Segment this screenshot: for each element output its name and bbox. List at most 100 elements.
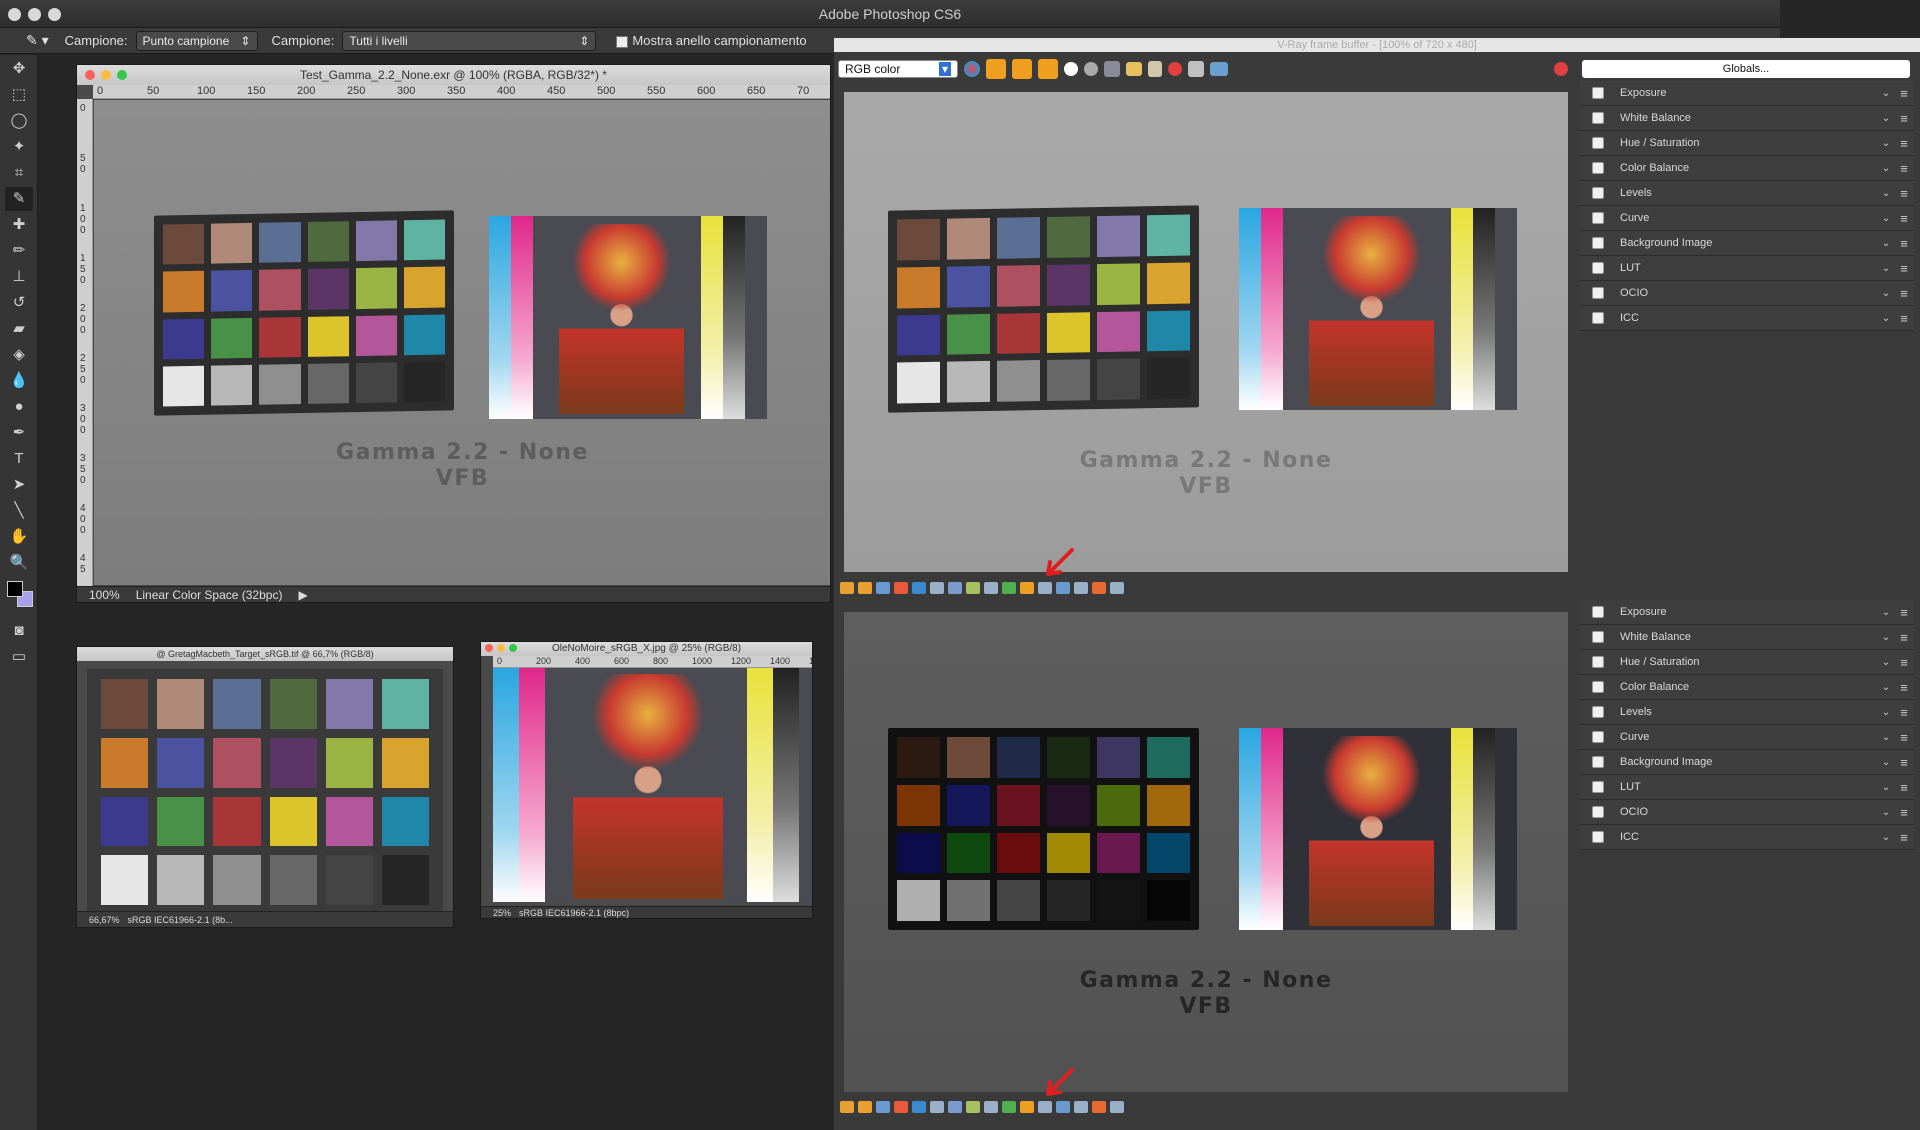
vfb-tool-icon[interactable] [858, 582, 872, 594]
layer-enable-checkbox[interactable] [1592, 287, 1604, 299]
vfb-tool-icon[interactable] [1110, 1101, 1124, 1113]
layer-row[interactable]: ICC ⌄ ≡ [1580, 306, 1914, 331]
save-image-icon[interactable] [1104, 61, 1120, 77]
status-menu-arrow-icon[interactable]: ▶ [298, 588, 307, 602]
layer-enable-checkbox[interactable] [1592, 656, 1604, 668]
vfb-tool-icon[interactable] [912, 1101, 926, 1113]
expand-chevron-icon[interactable]: ⌄ [1878, 632, 1894, 643]
paint-bucket-tool-icon[interactable]: ◈ [5, 343, 33, 367]
sample-layers-select[interactable]: Tutti i livelli ⇕ [342, 30, 597, 51]
lock-icon[interactable] [1012, 59, 1032, 79]
expand-chevron-icon[interactable]: ⌄ [1878, 188, 1894, 199]
layer-row[interactable]: Background Image ⌄ ≡ [1580, 231, 1914, 256]
layer-enable-checkbox[interactable] [1592, 212, 1604, 224]
zoom-ole-button[interactable] [509, 644, 517, 652]
expand-chevron-icon[interactable]: ⌄ [1878, 782, 1894, 793]
layer-row[interactable]: Color Balance ⌄ ≡ [1580, 675, 1914, 700]
macbeth-zoom[interactable]: 66,67% [89, 915, 120, 925]
layer-menu-icon[interactable]: ≡ [1894, 286, 1914, 301]
vfb-tool-icon[interactable] [930, 1101, 944, 1113]
layer-enable-checkbox[interactable] [1592, 606, 1604, 618]
layer-row[interactable]: LUT ⌄ ≡ [1580, 256, 1914, 281]
layer-row[interactable]: Levels ⌄ ≡ [1580, 181, 1914, 206]
sample-size-select[interactable]: Punto campione ⇕ [135, 30, 258, 51]
layer-row[interactable]: White Balance ⌄ ≡ [1580, 106, 1914, 131]
history-brush-tool-icon[interactable]: ↺ [5, 291, 33, 315]
quick-mask-icon[interactable]: ◙ [5, 619, 33, 643]
crop-tool-icon[interactable]: ⌗ [5, 161, 33, 185]
macbeth-canvas[interactable] [87, 669, 443, 915]
expand-chevron-icon[interactable]: ⌄ [1878, 163, 1894, 174]
vfb-tool-icon[interactable] [1056, 1101, 1070, 1113]
open-folder-icon[interactable] [1126, 62, 1142, 76]
vfb-tool-icon[interactable] [912, 582, 926, 594]
gray-circle-icon[interactable] [1084, 62, 1098, 76]
clear-image-icon[interactable] [1168, 62, 1182, 76]
vfb-tool-icon[interactable] [840, 582, 854, 594]
region-render-icon[interactable] [986, 59, 1006, 79]
healing-brush-tool-icon[interactable]: ✚ [5, 213, 33, 237]
close-ole-button[interactable] [485, 644, 493, 652]
layer-row[interactable]: Levels ⌄ ≡ [1580, 700, 1914, 725]
layer-enable-checkbox[interactable] [1592, 681, 1604, 693]
layer-menu-icon[interactable]: ≡ [1894, 186, 1914, 201]
expand-chevron-icon[interactable]: ⌄ [1878, 113, 1894, 124]
layer-menu-icon[interactable]: ≡ [1894, 705, 1914, 720]
zoom-tool-icon[interactable]: 🔍 [5, 551, 33, 575]
layer-row[interactable]: OCIO ⌄ ≡ [1580, 281, 1914, 306]
vfb-tool-icon[interactable] [1038, 1101, 1052, 1113]
layer-row[interactable]: White Balance ⌄ ≡ [1580, 625, 1914, 650]
close-document-button[interactable] [85, 70, 95, 80]
vfb-tool-icon[interactable] [948, 582, 962, 594]
layer-enable-checkbox[interactable] [1592, 781, 1604, 793]
expand-chevron-icon[interactable]: ⌄ [1878, 757, 1894, 768]
expand-chevron-icon[interactable]: ⌄ [1878, 213, 1894, 224]
minimize-window-button[interactable] [28, 8, 41, 21]
layer-menu-icon[interactable]: ≡ [1894, 680, 1914, 695]
vfb-tool-icon[interactable] [858, 1101, 872, 1113]
vfb-tool-icon[interactable] [948, 1101, 962, 1113]
zoom-document-button[interactable] [117, 70, 127, 80]
vfb-tool-icon[interactable] [876, 582, 890, 594]
layer-row[interactable]: ICC ⌄ ≡ [1580, 825, 1914, 850]
vfb-tool-icon[interactable] [1074, 582, 1088, 594]
blur-tool-icon[interactable]: 💧 [5, 369, 33, 393]
vfb-tool-icon[interactable] [1092, 1101, 1106, 1113]
stop-render-button[interactable] [1554, 62, 1568, 76]
vfb-top-frame[interactable]: Gamma 2.2 - None VFB [844, 92, 1568, 572]
color-swatches[interactable] [5, 579, 33, 615]
move-tool-icon[interactable]: ✥ [5, 57, 33, 81]
layer-enable-checkbox[interactable] [1592, 831, 1604, 843]
magic-wand-tool-icon[interactable]: ✦ [5, 135, 33, 159]
eyedropper-tool-icon[interactable]: ✎ ▾ [26, 32, 49, 49]
line-tool-icon[interactable]: ╲ [5, 499, 33, 523]
layer-row[interactable]: Curve ⌄ ≡ [1580, 725, 1914, 750]
layer-menu-icon[interactable]: ≡ [1894, 805, 1914, 820]
screen-mode-icon[interactable]: ▭ [5, 645, 33, 669]
vfb-tool-icon[interactable] [984, 1101, 998, 1113]
layer-enable-checkbox[interactable] [1592, 237, 1604, 249]
pen-tool-icon[interactable]: ✒ [5, 421, 33, 445]
layer-enable-checkbox[interactable] [1592, 262, 1604, 274]
layer-row[interactable]: Exposure ⌄ ≡ [1580, 600, 1914, 625]
main-canvas[interactable]: Gamma 2.2 - None VFB [94, 100, 830, 585]
expand-chevron-icon[interactable]: ⌄ [1878, 88, 1894, 99]
expand-chevron-icon[interactable]: ⌄ [1878, 313, 1894, 324]
color-wheel-icon[interactable] [964, 61, 980, 77]
clone-stamp-tool-icon[interactable]: ⊥ [5, 265, 33, 289]
copy-icon[interactable] [1038, 59, 1058, 79]
layer-row[interactable]: Exposure ⌄ ≡ [1580, 81, 1914, 106]
vfb-tool-icon[interactable] [1038, 582, 1052, 594]
hand-tool-icon[interactable]: ✋ [5, 525, 33, 549]
layer-row[interactable]: OCIO ⌄ ≡ [1580, 800, 1914, 825]
layer-enable-checkbox[interactable] [1592, 806, 1604, 818]
vfb-bottom-frame[interactable]: Gamma 2.2 - None VFB [844, 612, 1568, 1092]
minimize-document-button[interactable] [101, 70, 111, 80]
expand-chevron-icon[interactable]: ⌄ [1878, 732, 1894, 743]
minimize-ole-button[interactable] [497, 644, 505, 652]
vfb-tool-icon[interactable] [894, 582, 908, 594]
vfb-tool-icon[interactable] [1092, 582, 1106, 594]
vfb-tool-icon[interactable] [894, 1101, 908, 1113]
eraser-tool-icon[interactable]: ▰ [5, 317, 33, 341]
channel-select[interactable]: RGB color ▾ [838, 60, 958, 78]
